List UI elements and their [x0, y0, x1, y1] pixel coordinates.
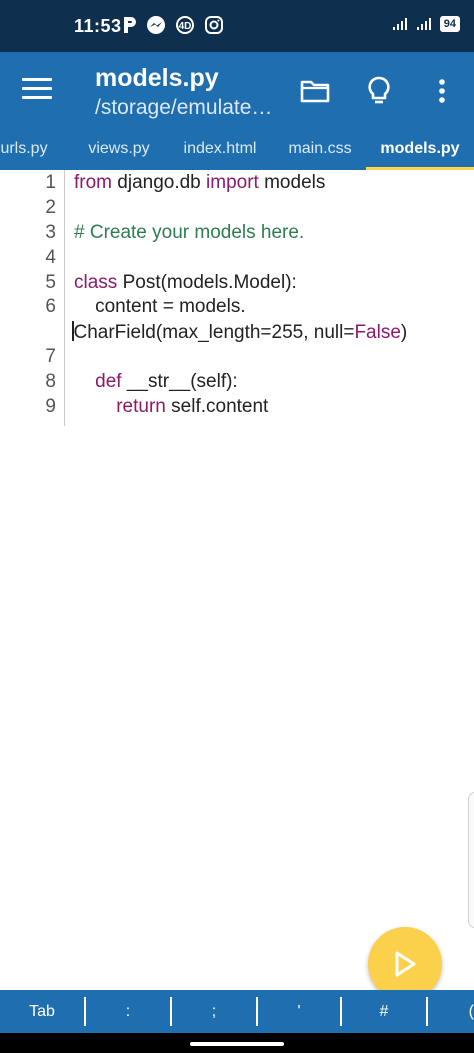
- key-paren[interactable]: (: [428, 990, 474, 1033]
- play-icon: [395, 951, 416, 977]
- tab-index[interactable]: index.html: [176, 130, 264, 170]
- battery-level: 94: [443, 18, 456, 30]
- code-text: __str__(self):: [121, 371, 238, 392]
- app-bar: models.py /storage/emulate…: [0, 52, 474, 130]
- more-button[interactable]: [425, 74, 459, 108]
- file-tabs: urls.py views.py index.html main.css mod…: [0, 130, 474, 170]
- code-text: CharField(max_length=255, null=: [73, 322, 355, 343]
- messenger-icon: [147, 16, 165, 34]
- code-line: class Post(models.Model):: [74, 272, 297, 294]
- code-text: models: [258, 172, 326, 193]
- folder-button[interactable]: [298, 74, 332, 108]
- line-number: 9: [45, 396, 56, 417]
- file-title: models.py: [95, 64, 219, 92]
- signal-icon: [392, 18, 407, 30]
- code-keyword: def: [95, 371, 122, 392]
- line-number: 3: [45, 222, 56, 243]
- status-time: 11:53: [74, 16, 122, 36]
- menu-icon[interactable]: [22, 78, 52, 102]
- more-vert-icon: [439, 79, 445, 103]
- code-text: ): [400, 322, 408, 343]
- lightbulb-icon: [368, 76, 390, 104]
- line-number: 8: [45, 371, 56, 392]
- system-nav-bar: [0, 1033, 474, 1053]
- symbol-bar: Tab : ; ' # (: [0, 990, 474, 1033]
- key-colon[interactable]: :: [86, 990, 170, 1033]
- code-line: content = models.: [74, 296, 246, 317]
- signal-icon-2: [416, 18, 431, 30]
- p-app-icon: [124, 17, 136, 33]
- hint-button[interactable]: [362, 74, 396, 108]
- line-number: 4: [45, 247, 56, 268]
- notification-icons: 4D: [122, 15, 224, 35]
- key-semicolon[interactable]: ;: [172, 990, 256, 1033]
- code-keyword: return: [116, 396, 166, 417]
- folder-icon: [300, 80, 330, 103]
- line-number: 2: [45, 197, 56, 218]
- code-text: django.db: [112, 172, 207, 193]
- tab-views[interactable]: views.py: [82, 130, 156, 170]
- line-number: 1: [45, 172, 56, 193]
- key-quote[interactable]: ': [258, 990, 340, 1033]
- code-line: def __str__(self):: [74, 371, 238, 393]
- tab-main-css[interactable]: main.css: [284, 130, 356, 170]
- line-number: 7: [45, 346, 56, 367]
- key-tab[interactable]: Tab: [0, 990, 84, 1033]
- code-line: return self.content: [74, 396, 268, 418]
- code-editor[interactable]: 1 2 3 4 5 6 7 8 9 from django.db import …: [0, 170, 474, 990]
- svg-text:4D: 4D: [179, 21, 192, 32]
- code-keyword: False: [354, 322, 401, 343]
- code-comment: # Create your models here.: [74, 222, 305, 243]
- 4d-icon: 4D: [176, 16, 194, 34]
- code-text: self.content: [165, 396, 269, 417]
- home-gesture-pill[interactable]: [190, 1042, 284, 1046]
- code-keyword: class: [74, 272, 118, 293]
- status-bar: 11:53 4D 94: [0, 0, 474, 52]
- line-number: 6: [45, 296, 56, 317]
- key-hash[interactable]: #: [342, 990, 426, 1033]
- code-line: from django.db import models: [74, 172, 325, 194]
- gutter-divider: [64, 170, 65, 426]
- scroll-handle[interactable]: [468, 792, 474, 928]
- instagram-icon: [205, 16, 223, 34]
- file-path: /storage/emulate…: [95, 96, 273, 119]
- line-number: 5: [45, 272, 56, 293]
- code-keyword: from: [74, 172, 112, 193]
- battery-icon: 94: [439, 16, 460, 32]
- status-right: 94: [392, 16, 460, 32]
- code-line: CharField(max_length=255, null=False): [72, 321, 407, 344]
- code-keyword: import: [206, 172, 259, 193]
- code-text: Post(models.Model):: [117, 272, 297, 293]
- tab-urls[interactable]: urls.py: [0, 130, 54, 170]
- tab-models[interactable]: models.py: [366, 130, 474, 170]
